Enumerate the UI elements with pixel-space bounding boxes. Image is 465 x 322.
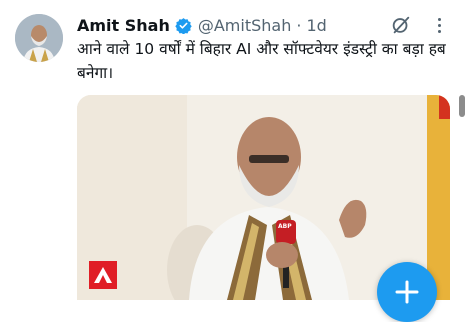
grok-icon[interactable] [390,14,412,36]
tweet-text: आने वाले 10 वर्षों में बिहार AI और सॉफ्ट… [77,40,446,82]
microphone-label: ABP [278,223,292,230]
scrollbar[interactable] [459,95,465,117]
separator-dot: · [296,15,302,35]
tweet-timestamp[interactable]: 1d [306,16,326,35]
avatar[interactable] [15,14,63,62]
compose-button[interactable] [377,262,437,322]
tweet[interactable]: Amit Shah @AmitShah · 1d आने वाले 10 वर्… [0,0,465,322]
author-handle[interactable]: @AmitShah [198,16,292,35]
compose-plus-icon [395,280,419,304]
more-dots-icon[interactable] [429,14,449,36]
tweet-header: Amit Shah @AmitShah · 1d [77,14,327,36]
verified-badge-icon [175,17,192,34]
abp-news-logo-icon [89,261,117,289]
author-name[interactable]: Amit Shah [77,16,170,35]
